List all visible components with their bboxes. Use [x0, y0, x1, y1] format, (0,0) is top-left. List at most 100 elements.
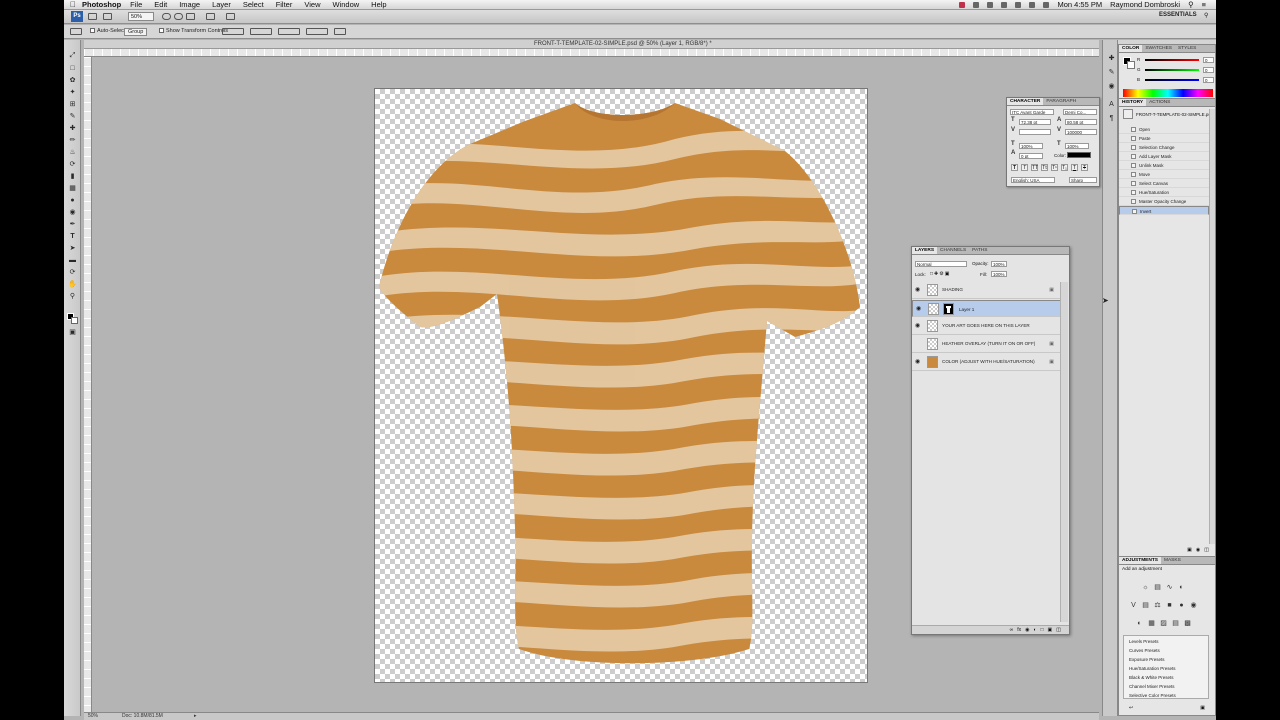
history-item-invert[interactable]: Invert — [1119, 206, 1209, 215]
posterize-icon[interactable]: ▦ — [1147, 619, 1156, 628]
eyedropper-tool-icon[interactable]: ✎ — [67, 112, 78, 120]
curves-icon[interactable]: ∿ — [1165, 583, 1174, 592]
workspace-switcher[interactable]: ESSENTIALS — [1159, 12, 1197, 18]
distribute-icons[interactable] — [250, 28, 272, 35]
menu-file[interactable]: File — [130, 0, 142, 9]
layer-row-layer-1[interactable]: ◉ Layer 1 — [912, 300, 1062, 317]
tab-paths[interactable]: PATHS — [969, 247, 990, 254]
minibridge-icon[interactable] — [103, 13, 112, 20]
visibility-eye-icon[interactable]: ◉ — [916, 306, 922, 312]
gradient-tool-icon[interactable]: ▦ — [67, 184, 78, 192]
tracking-field[interactable]: 100000 — [1065, 129, 1097, 135]
navigator-icon[interactable]: ✚ — [1106, 54, 1117, 62]
trash-icon[interactable]: ◫ — [1056, 626, 1061, 634]
blue-slider[interactable] — [1145, 79, 1199, 81]
app-menu[interactable]: Photoshop — [82, 0, 121, 9]
apple-icon[interactable]:  — [64, 0, 82, 9]
visibility-eye-icon[interactable]: ◉ — [915, 323, 921, 329]
document-tab[interactable]: FRONT-T-TEMPLATE-02-SIMPLE.psd @ 50% (La… — [84, 40, 1099, 49]
vertical-scale-field[interactable]: 100% — [1019, 143, 1043, 149]
preset-exposure[interactable]: Exposure Presets — [1123, 655, 1199, 664]
layer-row-your-art[interactable]: ◉ YOUR ART GOES HERE ON THIS LAYER — [912, 318, 1062, 335]
kerning-field[interactable] — [1019, 129, 1051, 135]
horizontal-ruler[interactable] — [84, 49, 1099, 57]
faux-italic-button[interactable]: T — [1021, 164, 1028, 171]
menu-image[interactable]: Image — [179, 0, 200, 9]
quick-selection-tool-icon[interactable]: ✦ — [67, 88, 78, 96]
preset-levels[interactable]: Levels Presets — [1123, 637, 1199, 646]
blue-value[interactable]: 0 — [1203, 77, 1214, 83]
auto-align-icons[interactable] — [306, 28, 328, 35]
menu-window[interactable]: Window — [332, 0, 359, 9]
brush-presets-icon[interactable]: ✎ — [1106, 68, 1117, 76]
font-family-select[interactable]: ITC Avant Garde G... — [1010, 109, 1054, 115]
green-slider[interactable] — [1145, 69, 1199, 71]
battery-icon[interactable] — [1043, 1, 1050, 8]
crop-tool-icon[interactable]: ⊞ — [67, 100, 78, 108]
new-layer-icon[interactable]: ▣ — [1048, 626, 1053, 634]
history-trash-icon[interactable]: ◫ — [1204, 547, 1209, 556]
underline-button[interactable]: T — [1071, 164, 1078, 171]
list-icon[interactable]: ≡ — [1202, 0, 1206, 9]
font-style-select[interactable]: Demi Co... — [1063, 109, 1097, 115]
spotlight-icon[interactable]: ⚲ — [1188, 0, 1194, 9]
visibility-eye-icon[interactable]: ◉ — [915, 287, 921, 293]
history-item-unlink-mask[interactable]: Unlink Mask — [1119, 161, 1209, 170]
auto-select-mode-select[interactable]: Group — [124, 28, 148, 36]
clone-stamp-tool-icon[interactable]: ♨ — [67, 148, 78, 156]
screen-icon[interactable] — [973, 1, 980, 8]
visibility-eye-icon[interactable]: ◉ — [915, 341, 921, 347]
menu-select[interactable]: Select — [243, 0, 264, 9]
healing-brush-tool-icon[interactable]: ✚ — [67, 124, 78, 132]
auto-select-checkbox[interactable]: Auto-Select: — [90, 28, 127, 34]
auto-align-layers-icon[interactable] — [334, 28, 346, 35]
channel-mixer-icon[interactable]: ◉ — [1189, 601, 1198, 610]
move-tool-icon[interactable]: ⤢ — [67, 52, 78, 60]
snapshot-icon[interactable]: ◉ — [1196, 547, 1200, 556]
gradient-map-icon[interactable]: ▤ — [1171, 619, 1180, 628]
document-canvas[interactable] — [374, 88, 868, 683]
expand-icon[interactable]: ▣ — [1200, 705, 1205, 714]
invert-icon[interactable]: ◐ — [1135, 619, 1144, 628]
link-icon[interactable]: ∞ — [1010, 626, 1014, 634]
color-balance-icon[interactable]: ⚖ — [1153, 601, 1162, 610]
menu-filter[interactable]: Filter — [276, 0, 293, 9]
leading-field[interactable]: 80.58 pt — [1065, 119, 1097, 125]
hand-tool-icon[interactable] — [162, 13, 171, 20]
3d-icon[interactable]: ◉ — [1106, 82, 1117, 90]
shape-tool-icon[interactable]: ▬ — [67, 256, 78, 264]
status-arrow-icon[interactable]: ▸ — [194, 713, 197, 719]
tab-character[interactable]: CHARACTER — [1007, 98, 1044, 105]
horizontal-scale-field[interactable]: 100% — [1065, 143, 1089, 149]
zoom-tool-icon[interactable]: ⚲ — [67, 292, 78, 300]
zoom-tool-icon[interactable] — [174, 13, 183, 20]
rotate-view-icon[interactable] — [186, 13, 195, 20]
preset-hue-saturation[interactable]: Hue/Saturation Presets — [1123, 664, 1199, 673]
color-background-swatch[interactable] — [1127, 61, 1135, 69]
tab-history[interactable]: HISTORY — [1119, 99, 1147, 106]
align-icons[interactable] — [222, 28, 244, 35]
small-caps-button[interactable]: Tt — [1041, 164, 1048, 171]
brush-tool-icon[interactable]: ✏ — [67, 136, 78, 144]
snapshot-thumbnail[interactable] — [1123, 109, 1133, 119]
layers-scrollbar[interactable] — [1060, 282, 1068, 622]
return-icon[interactable]: ↩ — [1129, 705, 1133, 714]
black-white-icon[interactable]: ■ — [1165, 601, 1174, 610]
preset-selective-color[interactable]: Selective Color Presets — [1123, 691, 1199, 700]
faux-bold-button[interactable]: T — [1011, 164, 1018, 171]
history-item-open[interactable]: Open — [1119, 125, 1209, 134]
distribute-horizontal-icons[interactable] — [278, 28, 300, 35]
mask-icon[interactable]: ◉ — [1025, 626, 1029, 634]
clock[interactable]: Mon 4:55 PM — [1057, 0, 1102, 9]
tab-swatches[interactable]: SWATCHES — [1142, 45, 1175, 52]
3d-rotate-tool-icon[interactable]: ⟳ — [67, 268, 78, 276]
fill-field[interactable]: 100% — [991, 271, 1007, 277]
layer-row-shading[interactable]: ◉ SHADING ▣ — [912, 282, 1062, 299]
snapshot-name[interactable]: FRONT-T-TEMPLATE-02-SIMPLE.psd — [1136, 112, 1213, 117]
red-value[interactable]: 0 — [1203, 57, 1214, 63]
layer-row-color[interactable]: ◉ COLOR (ADJUST WITH HUE/SATURATION) ▣ — [912, 354, 1062, 371]
blend-mode-select[interactable]: Normal — [915, 261, 967, 267]
font-size-field[interactable]: 72.38 pt — [1019, 119, 1051, 125]
path-selection-tool-icon[interactable]: ➤ — [67, 244, 78, 252]
tab-styles[interactable]: STYLES — [1175, 45, 1199, 52]
